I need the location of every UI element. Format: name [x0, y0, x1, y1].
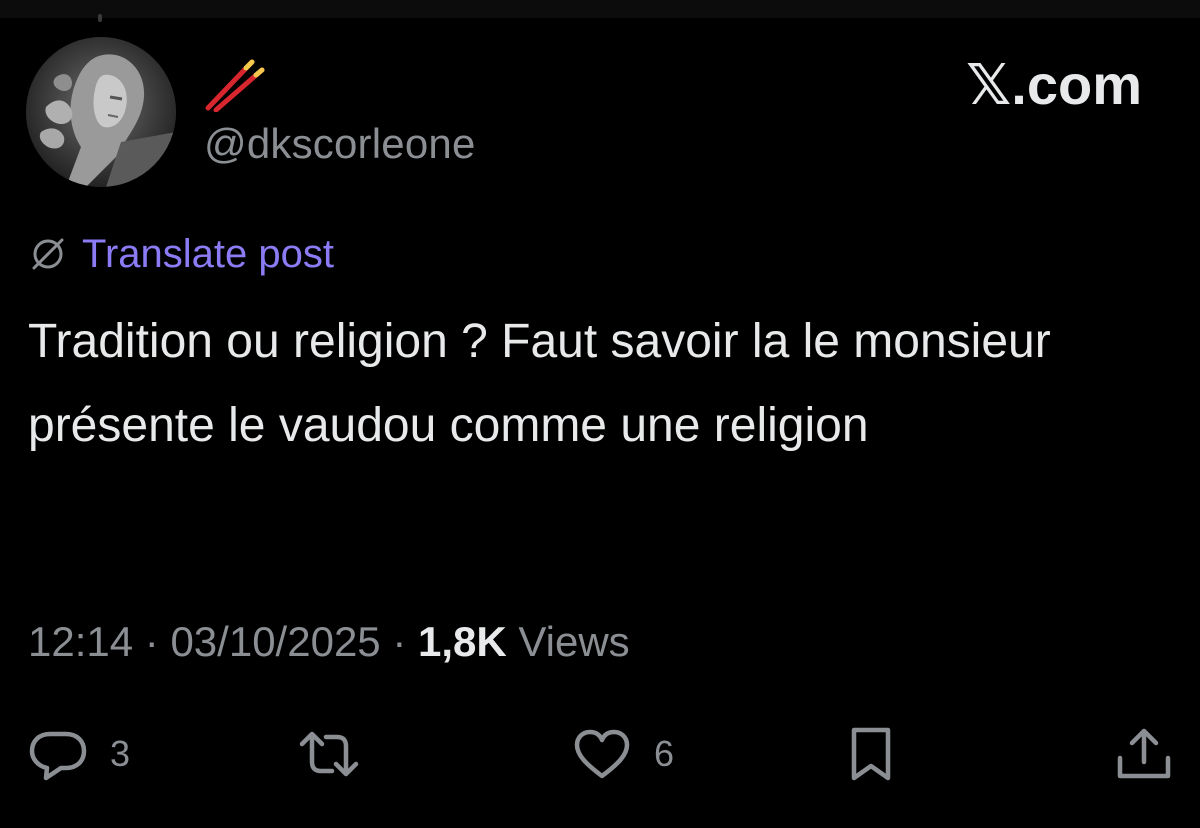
like-button[interactable]: 6: [572, 722, 674, 786]
bookmark-button[interactable]: [846, 722, 896, 786]
top-dot: [98, 14, 102, 22]
meta-separator: ·: [144, 618, 159, 665]
translate-post-link[interactable]: Translate post: [28, 230, 334, 278]
bookmark-icon: [851, 727, 891, 781]
chopsticks-icon: [205, 59, 265, 112]
meta-separator: ·: [392, 618, 407, 665]
post-text: Tradition ou religion ? Faut savoir la l…: [28, 315, 1051, 452]
views-count: 1,8K: [418, 618, 507, 665]
user-handle[interactable]: @dkscorleone: [204, 120, 476, 168]
reply-button[interactable]: 3: [28, 722, 130, 786]
repost-icon: [299, 731, 359, 777]
top-strip: [0, 0, 1200, 18]
avatar[interactable]: [26, 37, 176, 187]
share-icon: [1117, 728, 1171, 779]
share-button[interactable]: [1114, 722, 1174, 786]
post-date[interactable]: 03/10/2025: [170, 618, 380, 665]
views-label: Views: [518, 618, 630, 665]
globe-icon: [32, 238, 64, 270]
repost-button[interactable]: [296, 722, 362, 786]
avatar-image: [26, 37, 176, 187]
comment-icon: [29, 731, 87, 781]
reply-count: 3: [110, 733, 131, 774]
brand-domain: .com: [1011, 53, 1142, 116]
like-count: 6: [654, 733, 675, 774]
brand-logo: 𝕏.com: [966, 52, 1142, 118]
post-time[interactable]: 12:14: [28, 618, 133, 665]
x-logo-icon: 𝕏: [966, 53, 1012, 118]
translate-post-label: Translate post: [82, 231, 334, 276]
heart-icon: [574, 729, 630, 779]
post-meta: 12:14 · 03/10/2025 · 1,8K Views: [28, 618, 630, 666]
